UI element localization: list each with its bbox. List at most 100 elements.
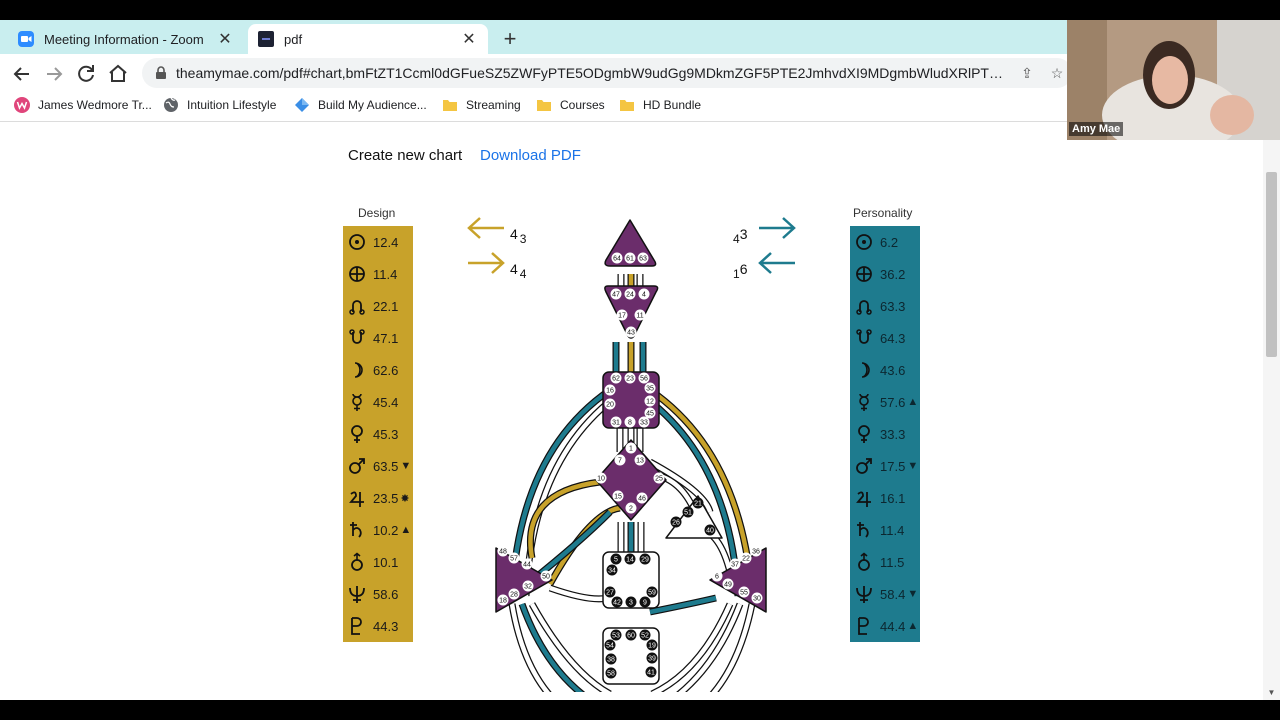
neptune-icon: [349, 586, 365, 603]
gate-4: 4: [638, 288, 650, 300]
bookmark-courses[interactable]: Courses: [536, 97, 605, 113]
create-new-chart-link[interactable]: Create new chart: [348, 147, 462, 164]
gate-number: 16: [606, 388, 614, 395]
gate-35: 35: [644, 382, 656, 394]
bookmark-label: James Wedmore Tr...: [38, 98, 152, 112]
home-button[interactable]: [106, 62, 130, 86]
bookmark-label: Build My Audience...: [318, 98, 427, 112]
tab-zoom-meeting[interactable]: Meeting Information - Zoom ✕: [8, 24, 244, 54]
bookmark-hd-bundle[interactable]: HD Bundle: [619, 97, 701, 113]
gate-number: 63: [639, 256, 647, 263]
gate-17: 17: [616, 309, 628, 321]
bookmark-build-my-audience[interactable]: Build My Audience...: [294, 97, 427, 113]
gate-7: 7: [614, 454, 626, 466]
gate-number: 23: [626, 376, 634, 383]
planet-value: 23.5: [373, 490, 399, 506]
bookmark-label: Streaming: [466, 98, 521, 112]
gate-number: 9: [643, 600, 647, 607]
tab-pdf[interactable]: pdf ✕: [248, 24, 488, 54]
bookmark-intuition-lifestyle[interactable]: Intuition Lifestyle: [163, 97, 276, 113]
gate-28: 28: [508, 588, 520, 600]
planet-row-south-node: 64.3: [850, 322, 920, 354]
gate-49: 49: [722, 578, 734, 590]
channel-line: [528, 510, 612, 584]
gate-number: 25: [655, 476, 663, 483]
forward-arrow-icon: [47, 67, 63, 81]
zoom-icon: [18, 31, 34, 47]
gate-54: 54: [604, 639, 616, 651]
gate-number: 39: [648, 656, 656, 663]
new-tab-button[interactable]: +: [498, 26, 522, 52]
planet-row-saturn: 11.4: [850, 514, 920, 546]
gate-26: 26: [670, 516, 682, 528]
gate-39: 39: [646, 652, 658, 664]
share-icon[interactable]: ⇪: [1012, 65, 1042, 82]
design-column: 12.4 11.4 22.1 47.1 62.6 45.4 45.3 63.5 ▼ 23.5 ✸ 10…: [343, 226, 413, 642]
planet-value: 58.4: [880, 586, 906, 602]
gate-6: 6: [711, 570, 723, 582]
gate-number: 38: [607, 657, 615, 664]
uranus-icon: [858, 552, 870, 571]
tab-close-icon[interactable]: ✕: [216, 29, 234, 49]
planet-value: 16.1: [880, 490, 906, 506]
planet-value: 58.6: [373, 586, 399, 602]
gate-number: 4: [642, 292, 646, 299]
gate-57: 57: [508, 552, 520, 564]
channel-outline: [527, 478, 601, 559]
planet-row-mars: 63.5 ▼: [343, 450, 413, 482]
gate-33: 33: [638, 416, 650, 428]
planet-value: 33.3: [880, 426, 906, 442]
gate-20: 20: [604, 398, 616, 410]
gate-number: 3: [629, 600, 633, 607]
planet-value: 12.4: [373, 234, 399, 250]
gate-number: 13: [636, 458, 644, 465]
gate-36: 36: [750, 545, 762, 557]
planet-row-north-node: 22.1: [343, 290, 413, 322]
gate-14: 14: [624, 553, 636, 565]
bookmark-james-wedmore[interactable]: James Wedmore Tr...: [14, 97, 152, 113]
gate-number: 7: [618, 458, 622, 465]
bodygraph-chart: 64 61 6347 24 417 114362 23 5616 3520 124531 8 3317…: [495, 219, 767, 692]
gate-29: 29: [639, 553, 651, 565]
vertical-scrollbar[interactable]: ▲ ▼: [1263, 122, 1280, 700]
back-button[interactable]: [10, 62, 34, 86]
planet-row-mars: 17.5 ▼: [850, 450, 920, 482]
tab-close-icon[interactable]: ✕: [460, 29, 478, 49]
mars-icon: [349, 458, 365, 474]
gate-number: 59: [648, 590, 656, 597]
design-heading: Design: [358, 206, 396, 220]
gate-number: 40: [706, 528, 714, 535]
gate-58: 58: [605, 667, 617, 679]
forward-button[interactable]: [42, 62, 66, 86]
scrollbar-thumb[interactable]: [1266, 172, 1277, 357]
reload-button[interactable]: [74, 62, 98, 86]
back-arrow-icon: [13, 67, 29, 81]
planet-mark-icon: ▲: [400, 524, 412, 536]
planet-value: 11.5: [880, 554, 905, 570]
gate-number: 5: [614, 557, 618, 564]
bookmark-streaming[interactable]: Streaming: [442, 97, 521, 113]
moon-icon: [354, 362, 363, 378]
gate-number: 6: [715, 574, 719, 581]
gate-38: 38: [605, 653, 617, 665]
folder-icon: [443, 100, 457, 111]
download-pdf-link[interactable]: Download PDF: [480, 147, 581, 164]
gate-22: 22: [740, 552, 752, 564]
gate-43: 43: [625, 326, 637, 338]
pluto-icon: [858, 617, 869, 635]
gate-number: 10: [597, 476, 605, 483]
address-bar[interactable]: theamymae.com/pdf#chart,bmFtZT1Ccml0dGFu…: [142, 58, 1072, 88]
planet-row-venus: 33.3: [850, 418, 920, 450]
participant-name: Amy Mae: [1069, 122, 1124, 136]
jupiter-icon: [349, 491, 364, 507]
gate-number: 29: [641, 557, 649, 564]
gate-34: 34: [606, 564, 618, 576]
planet-value: 10.2: [373, 522, 399, 538]
planet-row-neptune: 58.6: [343, 578, 413, 610]
gate-number: 50: [542, 574, 550, 581]
gate-5: 5: [610, 553, 622, 565]
zoom-video-tile: Amy Mae: [1067, 20, 1280, 140]
earth-icon: [349, 266, 365, 282]
scroll-down-arrow-icon[interactable]: ▼: [1267, 688, 1276, 697]
personality-heading: Personality: [853, 206, 913, 220]
